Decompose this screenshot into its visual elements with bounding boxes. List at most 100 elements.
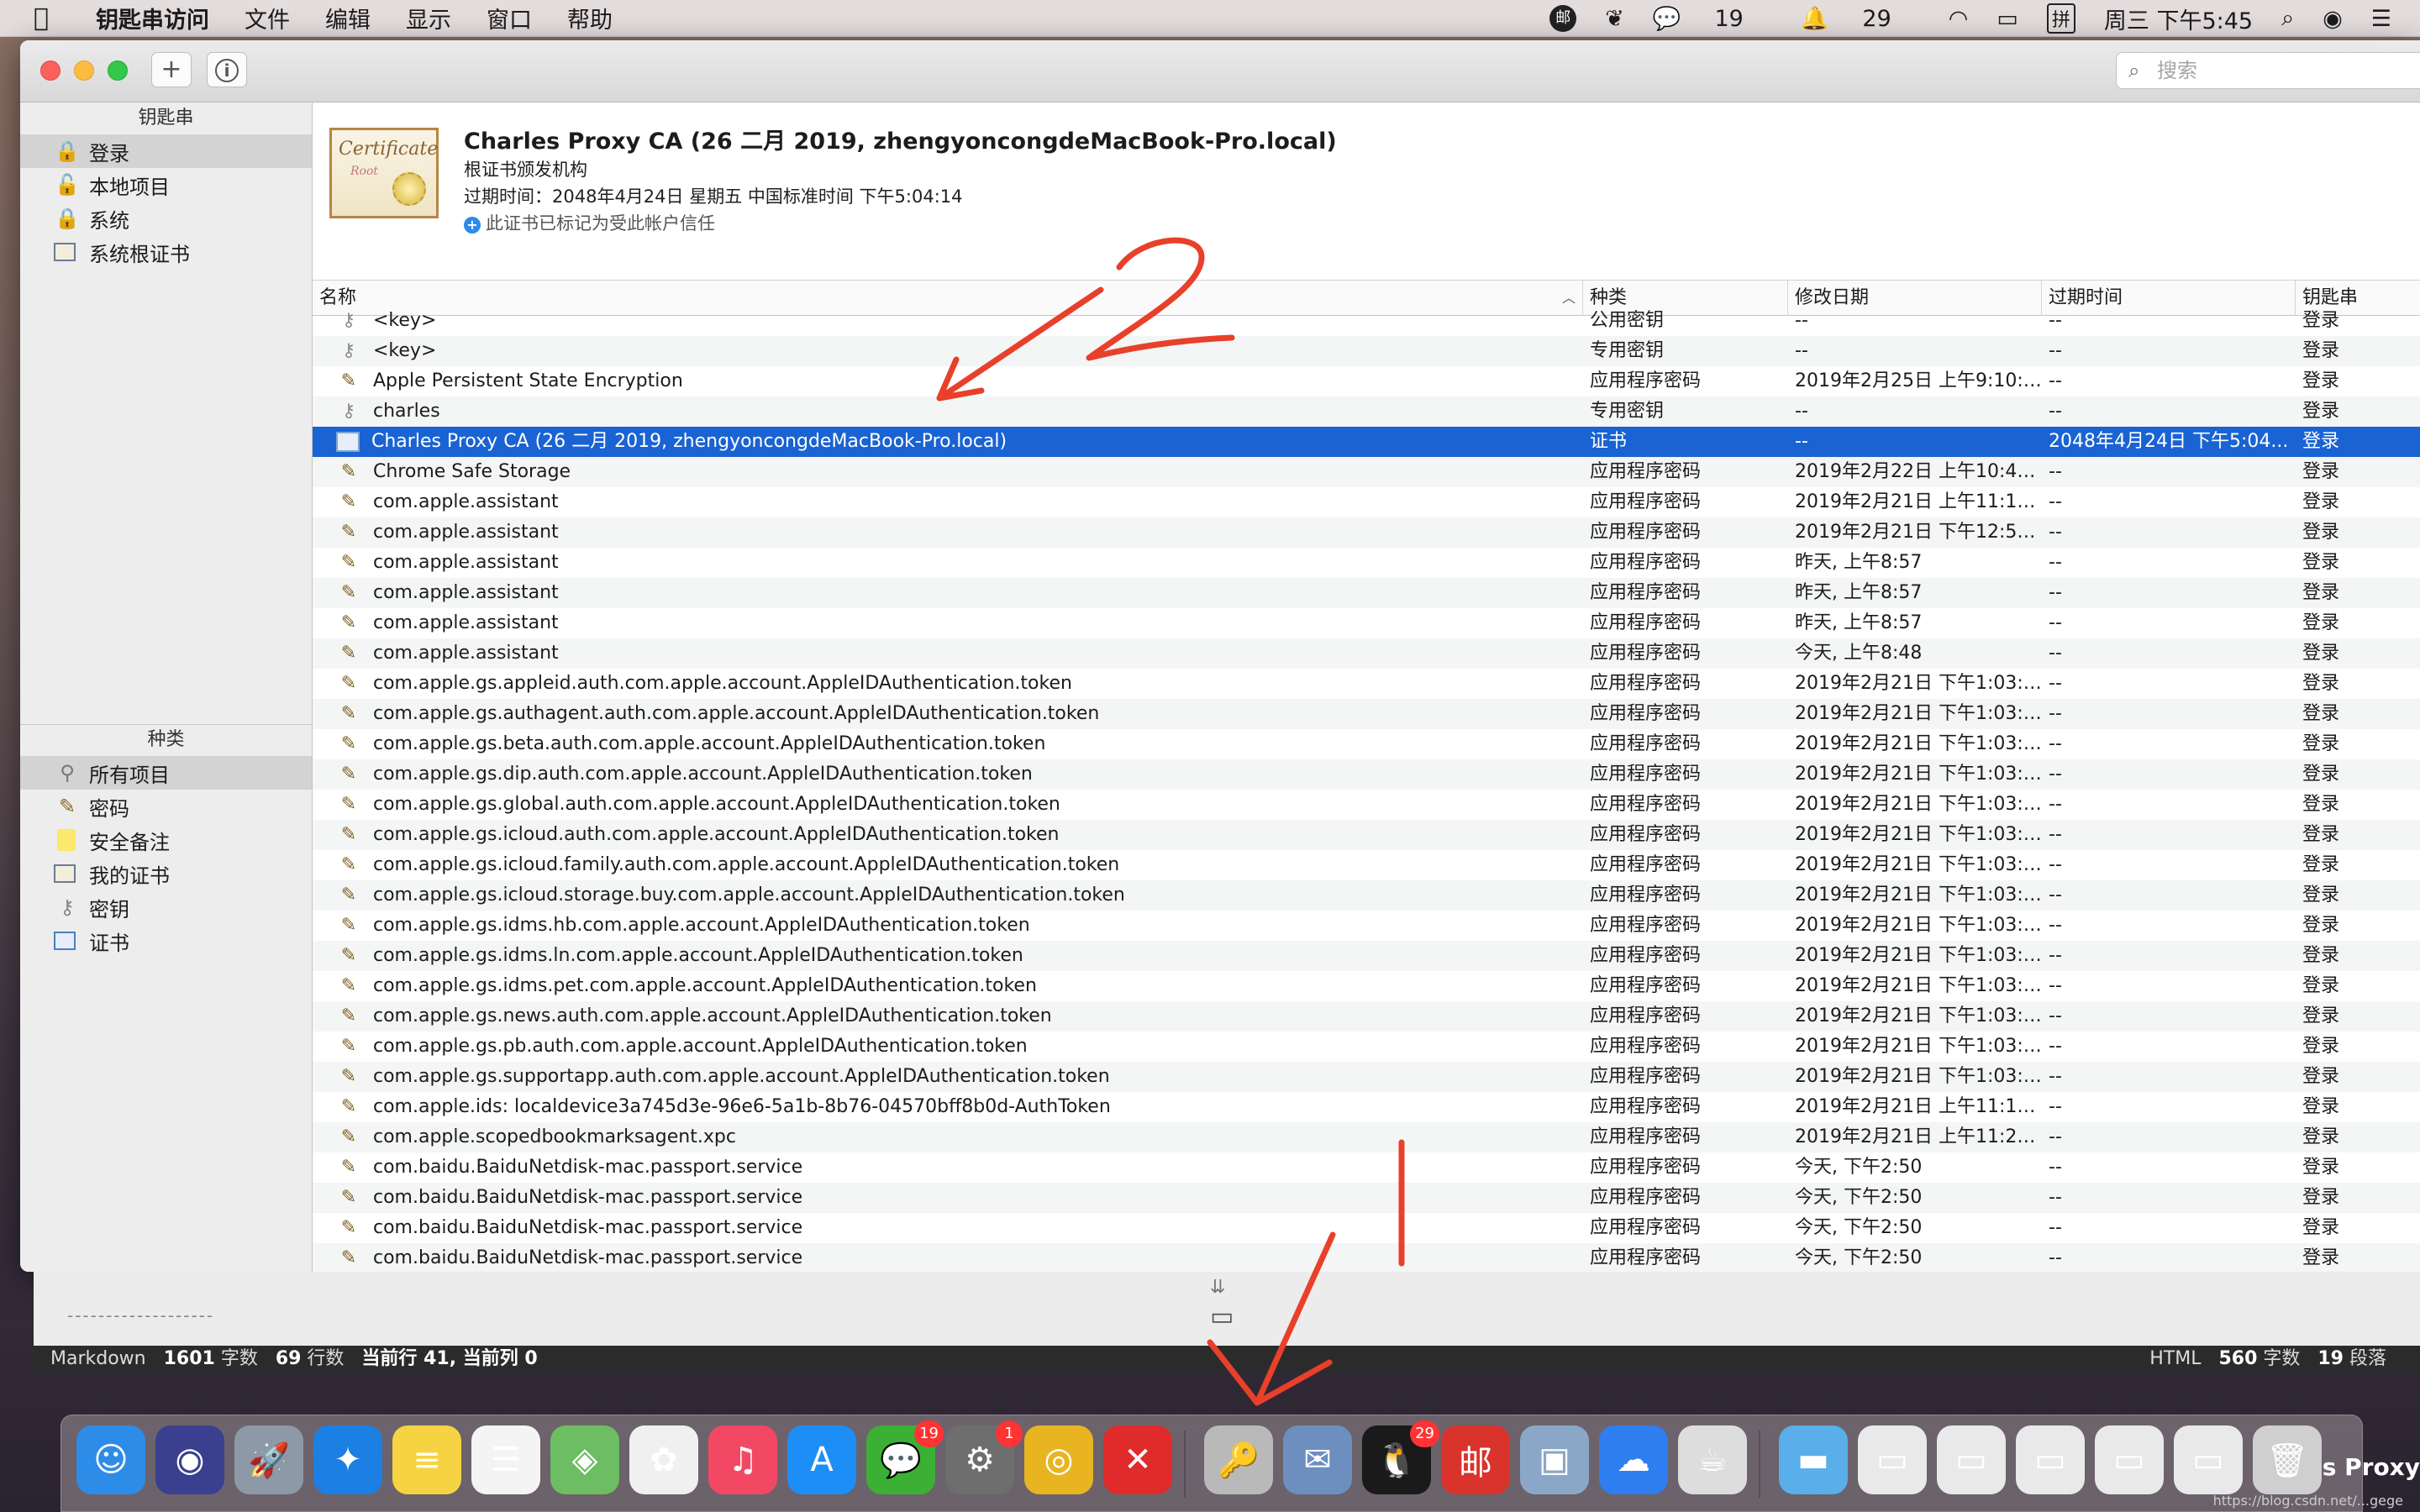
system-preferences-icon[interactable]: ⚙ 1 xyxy=(945,1420,1023,1494)
table-row[interactable]: ✎ com.apple.gs.idms.hb.com.apple.account.… xyxy=(313,911,2420,941)
table-row[interactable]: ✎ com.apple.gs.dip.auth.com.apple.account… xyxy=(313,759,2420,790)
table-row[interactable]: ✎ com.baidu.BaiduNetdisk-mac.passport.ser… xyxy=(313,1152,2420,1183)
status-html[interactable]: HTML xyxy=(2149,1348,2201,1369)
status-mode[interactable]: Markdown xyxy=(50,1348,146,1369)
sidebar-item-system-roots[interactable]: 系统根证书 xyxy=(20,235,312,269)
category-certificates[interactable]: 证书 xyxy=(20,924,312,958)
minimize-button[interactable] xyxy=(74,60,94,81)
close-button[interactable] xyxy=(40,60,60,81)
table-row[interactable]: ⚷ <key> 公用密钥 -- -- 登录 xyxy=(313,306,2420,336)
table-row[interactable]: ✎ com.apple.gs.news.auth.com.apple.accoun… xyxy=(313,1001,2420,1032)
chrome-icon[interactable]: ◎ xyxy=(1024,1425,1093,1494)
netease-mail-icon[interactable]: 邮 xyxy=(1441,1425,1510,1494)
siri-icon[interactable]: ◉ xyxy=(155,1425,224,1494)
screenshot-thumb-icon[interactable]: ▭ xyxy=(2174,1425,2243,1494)
table-row[interactable]: ✎ com.apple.gs.idms.pet.com.apple.account… xyxy=(313,971,2420,1001)
table-row[interactable]: ✎ com.apple.gs.pb.auth.com.apple.account.… xyxy=(313,1032,2420,1062)
photos-icon[interactable]: ✿ xyxy=(629,1425,698,1494)
spotlight-search-icon[interactable]: ⌕ xyxy=(2281,5,2294,32)
qq-notify-tray[interactable]: 🔔 29 xyxy=(1801,5,1920,33)
maps-icon[interactable]: ◈ xyxy=(550,1425,619,1494)
category-all-items[interactable]: ⚲ 所有项目 xyxy=(20,756,312,790)
search-input[interactable]: ⌕ 搜索 xyxy=(2116,52,2420,89)
wifi-icon[interactable]: ◠ xyxy=(1949,6,1969,32)
category-secure-notes[interactable]: 安全备注 xyxy=(20,823,312,857)
screenshot-thumb-icon[interactable]: ▭ xyxy=(2016,1425,2085,1494)
menu-help[interactable]: 帮助 xyxy=(567,2,613,34)
info-button[interactable]: i xyxy=(207,52,247,87)
xmind-icon[interactable]: ✕ xyxy=(1103,1425,1172,1494)
battery-icon[interactable]: ▭ xyxy=(1996,6,2018,32)
notification-center-icon[interactable]: ☰ xyxy=(2371,6,2391,32)
safari-icon[interactable]: ✦ xyxy=(313,1425,382,1494)
table-row[interactable]: ✎ com.baidu.BaiduNetdisk-mac.passport.ser… xyxy=(313,1213,2420,1243)
table-row[interactable]: ✎ com.apple.gs.supportapp.auth.com.apple.… xyxy=(313,1062,2420,1092)
table-row[interactable]: ✎ com.apple.gs.authagent.auth.com.apple.a… xyxy=(313,699,2420,729)
table-row[interactable]: ✎ Apple Persistent State Encryption 应用程序密码… xyxy=(313,366,2420,396)
finder-icon[interactable]: ☺ xyxy=(76,1425,145,1494)
keychain-access-icon[interactable]: 🔑 xyxy=(1204,1425,1273,1494)
table-row[interactable]: ✎ com.apple.gs.idms.ln.com.apple.account.… xyxy=(313,941,2420,971)
launchpad-icon[interactable]: 🚀 xyxy=(234,1425,303,1494)
app-store-icon[interactable]: A xyxy=(787,1425,856,1494)
wechat-icon[interactable]: 💬 19 xyxy=(866,1420,944,1494)
editor-panel-icon[interactable]: ▭ xyxy=(1210,1302,1234,1331)
cell-name-text: com.apple.assistant xyxy=(373,612,559,633)
category-passwords[interactable]: ✎ 密码 xyxy=(20,790,312,823)
category-keys[interactable]: ⚷ 密钥 xyxy=(20,890,312,924)
qq-icon[interactable]: 🐧 29 xyxy=(1362,1420,1439,1494)
menubar-clock[interactable]: 周三 下午5:45 xyxy=(2104,3,2253,35)
music-icon[interactable]: ♫ xyxy=(708,1425,777,1494)
table-row[interactable]: ✎ com.apple.assistant 应用程序密码 昨天, 上午8:57 -- 登录 xyxy=(313,578,2420,608)
reminders-icon[interactable]: ☰ xyxy=(471,1425,540,1494)
table-row[interactable]: ✎ com.apple.gs.icloud.auth.com.apple.acco… xyxy=(313,820,2420,850)
folder-icon[interactable]: ▬ xyxy=(1779,1425,1848,1494)
siri-menubar-icon[interactable]: ◉ xyxy=(2323,6,2343,32)
seal-icon xyxy=(392,172,426,206)
wechat-tray[interactable]: 💬 19 xyxy=(1653,5,1772,33)
table-row[interactable]: ⚷ <key> 专用密钥 -- -- 登录 xyxy=(313,336,2420,366)
input-method-icon[interactable]: 拼 xyxy=(2046,3,2075,34)
table-row[interactable]: ✎ com.baidu.BaiduNetdisk-mac.passport.ser… xyxy=(313,1243,2420,1272)
teapot-icon[interactable]: ☕ xyxy=(1678,1425,1747,1494)
table-row[interactable]: ✎ com.apple.ids: localdevice3a745d3e-96e6… xyxy=(313,1092,2420,1122)
table-row[interactable]: ✎ com.apple.assistant 应用程序密码 2019年2月21日 上午1… xyxy=(313,487,2420,517)
sidebar-item-local-items[interactable]: 🔓 本地项目 xyxy=(20,168,312,202)
table-row[interactable]: ✎ Chrome Safe Storage 应用程序密码 2019年2月22日 上午1… xyxy=(313,457,2420,487)
menu-edit[interactable]: 编辑 xyxy=(325,2,371,34)
table-row[interactable]: ✎ com.apple.assistant 应用程序密码 2019年2月21日 下午1… xyxy=(313,517,2420,548)
table-row[interactable]: ✎ com.apple.gs.icloud.family.auth.com.app… xyxy=(313,850,2420,880)
table-row[interactable]: ✎ com.apple.assistant 应用程序密码 今天, 上午8:48 -- 登录 xyxy=(313,638,2420,669)
preview-icon[interactable]: ▣ xyxy=(1520,1425,1589,1494)
table-row[interactable]: ✎ com.apple.gs.icloud.storage.buy.com.app… xyxy=(313,880,2420,911)
netease-mail-tray-icon[interactable]: 邮 xyxy=(1549,5,1577,32)
screenshot-thumb-icon[interactable]: ▭ xyxy=(2095,1425,2164,1494)
screenshot-thumb-icon[interactable]: ▭ xyxy=(1858,1425,1927,1494)
category-my-certificates[interactable]: 我的证书 xyxy=(20,857,312,890)
menu-file[interactable]: 文件 xyxy=(245,2,290,34)
menu-view[interactable]: 显示 xyxy=(406,2,451,34)
table-row[interactable]: ✎ com.apple.assistant 应用程序密码 昨天, 上午8:57 -- 登录 xyxy=(313,548,2420,578)
table-row[interactable]: ✎ com.apple.gs.beta.auth.com.apple.accoun… xyxy=(313,729,2420,759)
baidu-netdisk-icon[interactable]: ☁ xyxy=(1599,1425,1668,1494)
table-row[interactable]: ✎ com.apple.gs.global.auth.com.apple.acco… xyxy=(313,790,2420,820)
table-row[interactable]: ✎ com.apple.scopedbookmarksagent.xpc 应用程序密… xyxy=(313,1122,2420,1152)
table-row[interactable]: ✎ com.baidu.BaiduNetdisk-mac.passport.ser… xyxy=(313,1183,2420,1213)
table-row[interactable]: ⚷ charles 专用密钥 -- -- 登录 xyxy=(313,396,2420,427)
sidebar-item-system[interactable]: 🔒 系统 xyxy=(20,202,312,235)
notes-icon[interactable]: ≡ xyxy=(392,1425,461,1494)
zoom-button[interactable] xyxy=(108,60,128,81)
screenshot-thumb-icon[interactable]: ▭ xyxy=(1937,1425,2006,1494)
menu-app-name[interactable]: 钥匙串访问 xyxy=(96,2,209,34)
editor-collapse-icon[interactable]: ⇊ xyxy=(1210,1277,1225,1298)
apple-menu-icon[interactable]:  xyxy=(34,3,67,33)
sidebar-item-login[interactable]: 🔒 登录 xyxy=(20,134,312,168)
mail-stamp-icon[interactable]: ✉ xyxy=(1283,1425,1352,1494)
table-row[interactable]: ✎ com.apple.assistant 应用程序密码 昨天, 上午8:57 -- 登录 xyxy=(313,608,2420,638)
trash-icon[interactable]: 🗑 xyxy=(2253,1425,2322,1494)
add-item-button[interactable]: + xyxy=(151,52,192,87)
table-row[interactable]: ✎ com.apple.gs.appleid.auth.com.apple.acc… xyxy=(313,669,2420,699)
menu-window[interactable]: 窗口 xyxy=(487,2,532,34)
qq-tray-icon[interactable]: ❦ xyxy=(1605,6,1624,32)
table-row[interactable]: Charles Proxy CA (26 二月 2019, zhengyonco… xyxy=(313,427,2420,457)
